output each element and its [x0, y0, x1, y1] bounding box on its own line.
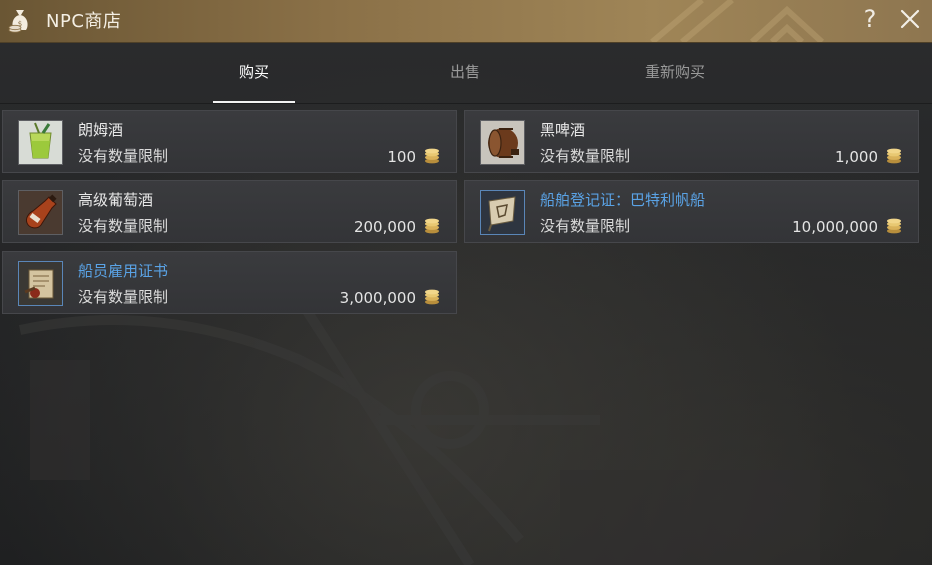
item-name: 朗姆酒	[78, 121, 124, 139]
coin-stack-icon	[425, 148, 439, 164]
title-bar[interactable]: $ NPC商店 ?	[0, 0, 932, 43]
coin-stack-icon	[425, 218, 439, 234]
item-price: 3,000,000	[339, 289, 416, 307]
tab-bar: 购买 出售 重新购买	[0, 43, 932, 103]
item-thumbnail	[480, 190, 525, 235]
wine-bottle-icon	[19, 191, 62, 234]
item-name: 黑啤酒	[540, 121, 586, 139]
item-name: 船舶登记证：巴特利帆船	[540, 191, 706, 209]
beer-barrel-icon	[481, 121, 524, 164]
item-price: 200,000	[353, 218, 416, 236]
item-limit: 没有数量限制	[78, 217, 169, 235]
help-button[interactable]: ?	[858, 4, 882, 34]
ship-flag-icon	[481, 191, 524, 234]
coin-stack-icon	[425, 289, 439, 305]
tab-buy[interactable]: 购买	[214, 61, 294, 85]
window-title: NPC商店	[46, 11, 122, 32]
item-name: 船员雇用证书	[78, 262, 169, 280]
shop-item-card[interactable]: 朗姆酒 没有数量限制 100	[2, 110, 457, 173]
item-limit: 没有数量限制	[540, 217, 631, 235]
coin-stack-icon	[887, 218, 901, 234]
item-limit: 没有数量限制	[78, 288, 169, 306]
close-icon[interactable]	[898, 6, 922, 32]
shop-item-card[interactable]: 船员雇用证书 没有数量限制 3,000,000	[2, 251, 457, 314]
money-bag-icon: $	[8, 10, 28, 33]
item-price: 1,000	[835, 148, 878, 166]
shop-item-card[interactable]: 黑啤酒 没有数量限制 1,000	[464, 110, 919, 173]
item-thumbnail	[18, 120, 63, 165]
shop-item-card[interactable]: 高级葡萄酒 没有数量限制 200,000	[2, 180, 457, 243]
shop-item-card[interactable]: 船舶登记证：巴特利帆船 没有数量限制 10,000,000	[464, 180, 919, 243]
item-limit: 没有数量限制	[540, 147, 631, 165]
title-bar-decoration	[650, 0, 825, 42]
item-price: 100	[387, 148, 416, 166]
item-thumbnail	[480, 120, 525, 165]
item-thumbnail	[18, 190, 63, 235]
item-thumbnail	[18, 261, 63, 306]
tab-buyback[interactable]: 重新购买	[625, 61, 725, 85]
tab-sell[interactable]: 出售	[425, 61, 505, 85]
item-name: 高级葡萄酒	[78, 191, 154, 209]
item-price: 10,000,000	[792, 218, 878, 236]
npc-shop-window: $ NPC商店 ? 购买 出售 重新购买 朗姆酒 没有数量限制 100 黑啤酒 …	[0, 0, 932, 565]
tab-divider	[0, 103, 932, 104]
coin-stack-icon	[887, 148, 901, 164]
item-limit: 没有数量限制	[78, 147, 169, 165]
scroll-certificate-icon	[19, 262, 62, 305]
svg-text:$: $	[18, 20, 22, 28]
rum-cup-icon	[19, 121, 62, 164]
